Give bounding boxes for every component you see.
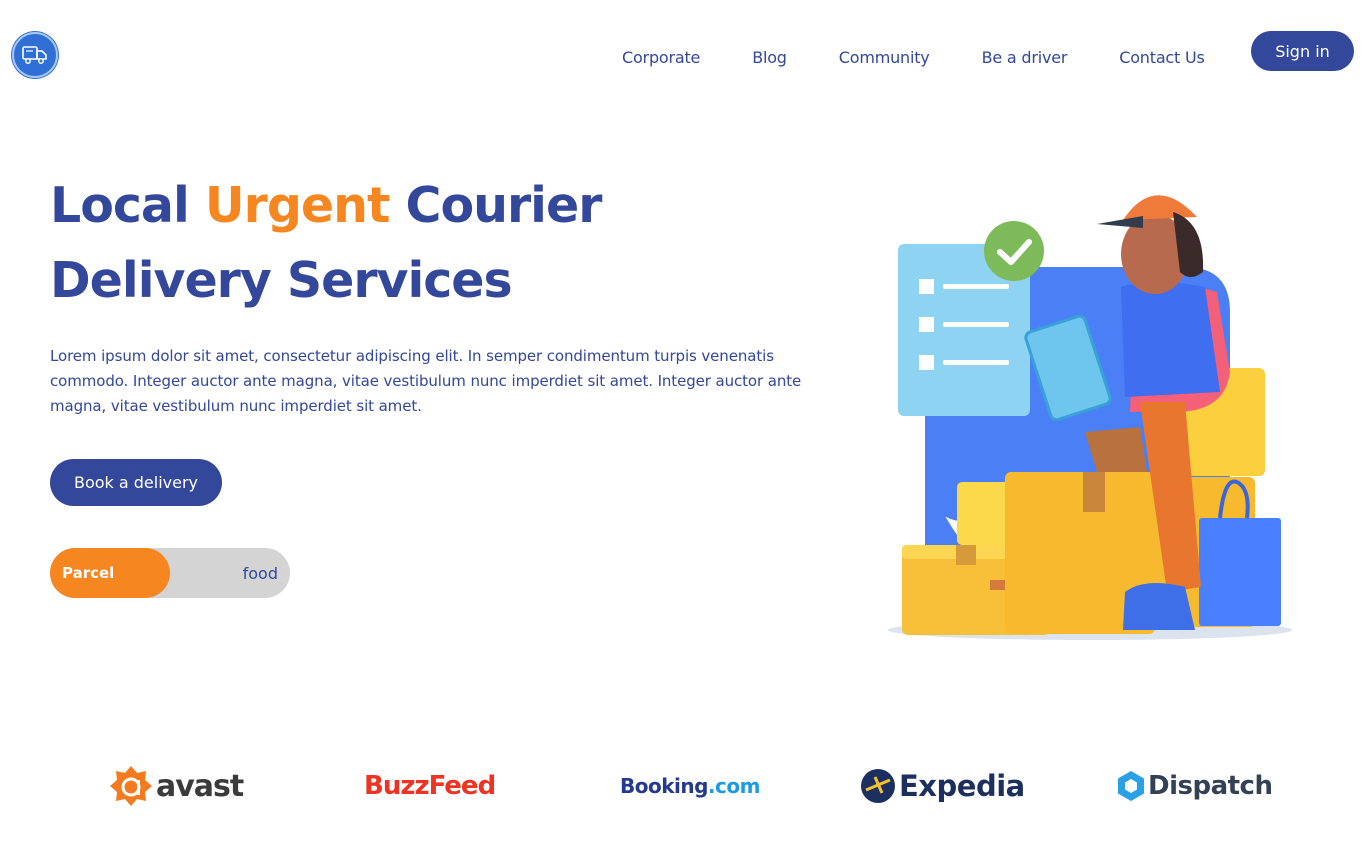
- expedia-globe-icon: [861, 769, 895, 803]
- hero-title: Local Urgent Courier Delivery Services: [50, 168, 602, 318]
- nav-be-a-driver[interactable]: Be a driver: [982, 48, 1068, 68]
- hero-title-line2: Delivery Services: [50, 252, 513, 309]
- brand-buzzfeed: BuzzFeed: [364, 758, 496, 814]
- avast-logo-icon: [110, 766, 152, 806]
- parcel-food-toggle[interactable]: Parcel food: [50, 548, 290, 598]
- brand-expedia: Expedia: [860, 758, 1025, 814]
- nav-contact-us[interactable]: Contact Us: [1119, 48, 1205, 68]
- toggle-option-food[interactable]: food: [243, 548, 278, 598]
- logo[interactable]: [12, 32, 58, 78]
- brand-booking-suffix: .com: [707, 774, 761, 798]
- toggle-option-parcel[interactable]: Parcel: [50, 548, 170, 598]
- nav-corporate[interactable]: Corporate: [622, 48, 700, 68]
- courier-illustration: [888, 195, 1292, 640]
- hero-title-part2: Courier: [389, 177, 602, 234]
- brand-dispatch-text: Dispatch: [1148, 771, 1273, 801]
- main-nav: Corporate Blog Community Be a driver Con…: [622, 48, 1205, 68]
- book-delivery-button[interactable]: Book a delivery: [50, 459, 222, 506]
- hero-description: Lorem ipsum dolor sit amet, consectetur …: [50, 347, 802, 415]
- hero-title-part1: Local: [50, 177, 205, 234]
- brand-dispatch: Dispatch: [1116, 758, 1273, 814]
- sign-in-button[interactable]: Sign in: [1251, 31, 1354, 71]
- brand-avast-text: avast: [156, 768, 244, 804]
- brand-booking-text: Booking: [620, 774, 708, 798]
- nav-community[interactable]: Community: [839, 48, 930, 68]
- brand-expedia-text: Expedia: [899, 769, 1025, 803]
- hero-title-accent: Urgent: [204, 177, 391, 234]
- partner-logos: avast BuzzFeed Booking .com Expedia Dispa…: [0, 758, 1366, 818]
- brand-booking: Booking .com: [620, 758, 760, 814]
- brand-avast: avast: [108, 758, 244, 814]
- nav-blog[interactable]: Blog: [752, 48, 787, 68]
- dispatch-hexagon-icon: [1118, 771, 1144, 801]
- delivery-truck-icon: [22, 46, 47, 64]
- brand-buzzfeed-text: BuzzFeed: [364, 771, 496, 801]
